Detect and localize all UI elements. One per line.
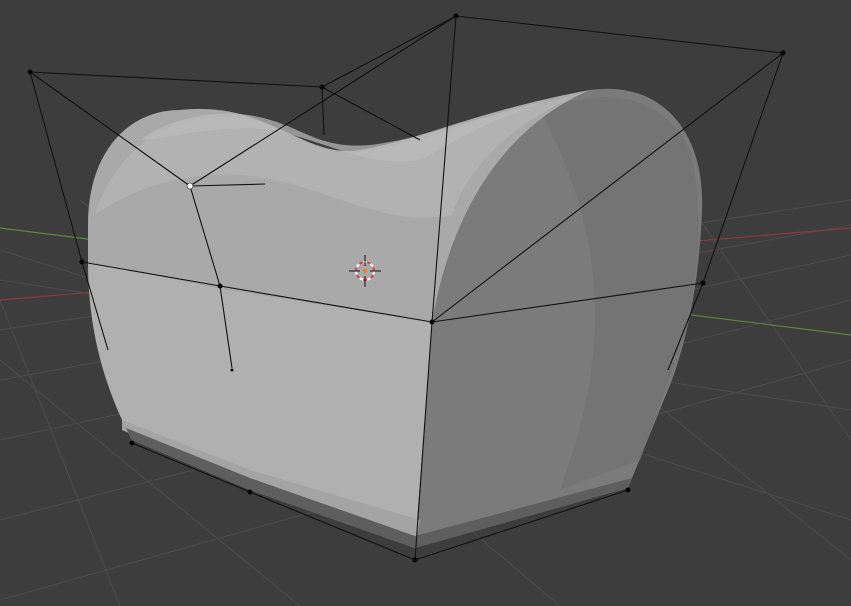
cage-vertex[interactable] <box>79 259 85 265</box>
cage-vertex[interactable] <box>453 13 459 19</box>
cage-vertex[interactable] <box>217 283 223 289</box>
cage-vertex[interactable] <box>412 557 418 563</box>
cage-vertex[interactable] <box>780 50 786 56</box>
cage-vertex[interactable] <box>625 487 631 493</box>
cage-vertex[interactable] <box>319 84 325 90</box>
3d-viewport[interactable] <box>0 0 851 606</box>
cage-vertex[interactable] <box>700 280 706 286</box>
cage-vertex[interactable] <box>27 69 33 75</box>
cage-vertex[interactable] <box>247 489 253 495</box>
cage-vertex[interactable] <box>129 440 135 446</box>
cage-vertex[interactable] <box>429 319 435 325</box>
active-vertex[interactable] <box>186 182 194 190</box>
viewport-canvas[interactable] <box>0 0 851 606</box>
cage-vertex[interactable] <box>230 368 234 372</box>
